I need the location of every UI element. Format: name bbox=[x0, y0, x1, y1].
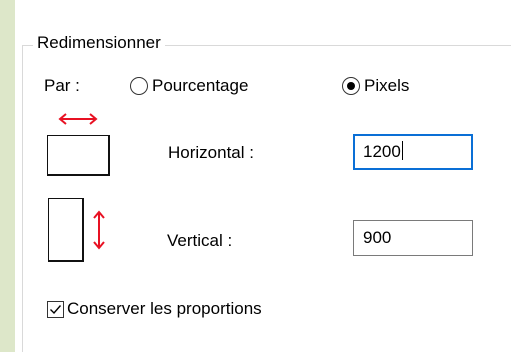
by-label: Par : bbox=[44, 76, 80, 95]
vertical-shape-icon bbox=[48, 198, 84, 262]
horizontal-input[interactable]: 1200 bbox=[353, 134, 473, 170]
pixels-radio[interactable] bbox=[342, 77, 360, 95]
radio-selected-dot bbox=[347, 82, 355, 90]
keep-ratio-checkbox[interactable] bbox=[47, 301, 64, 318]
text-caret bbox=[401, 141, 403, 160]
vertical-input[interactable]: 900 bbox=[353, 220, 473, 256]
horizontal-label: Horizontal : bbox=[168, 143, 254, 162]
checkmark-icon bbox=[50, 305, 62, 315]
pixels-label[interactable]: Pixels bbox=[364, 76, 409, 96]
keep-ratio-label[interactable]: Conserver les proportions bbox=[67, 299, 262, 319]
percentage-radio[interactable] bbox=[130, 77, 148, 95]
percentage-label[interactable]: Pourcentage bbox=[152, 76, 248, 96]
vertical-value: 900 bbox=[363, 228, 392, 247]
horizontal-shape-icon bbox=[47, 135, 110, 176]
group-title: Redimensionner bbox=[33, 33, 165, 53]
vertical-label: Vertical : bbox=[167, 231, 233, 250]
horizontal-resize-icon bbox=[58, 113, 98, 125]
vertical-resize-icon bbox=[93, 210, 105, 250]
horizontal-value: 1200 bbox=[363, 142, 401, 161]
